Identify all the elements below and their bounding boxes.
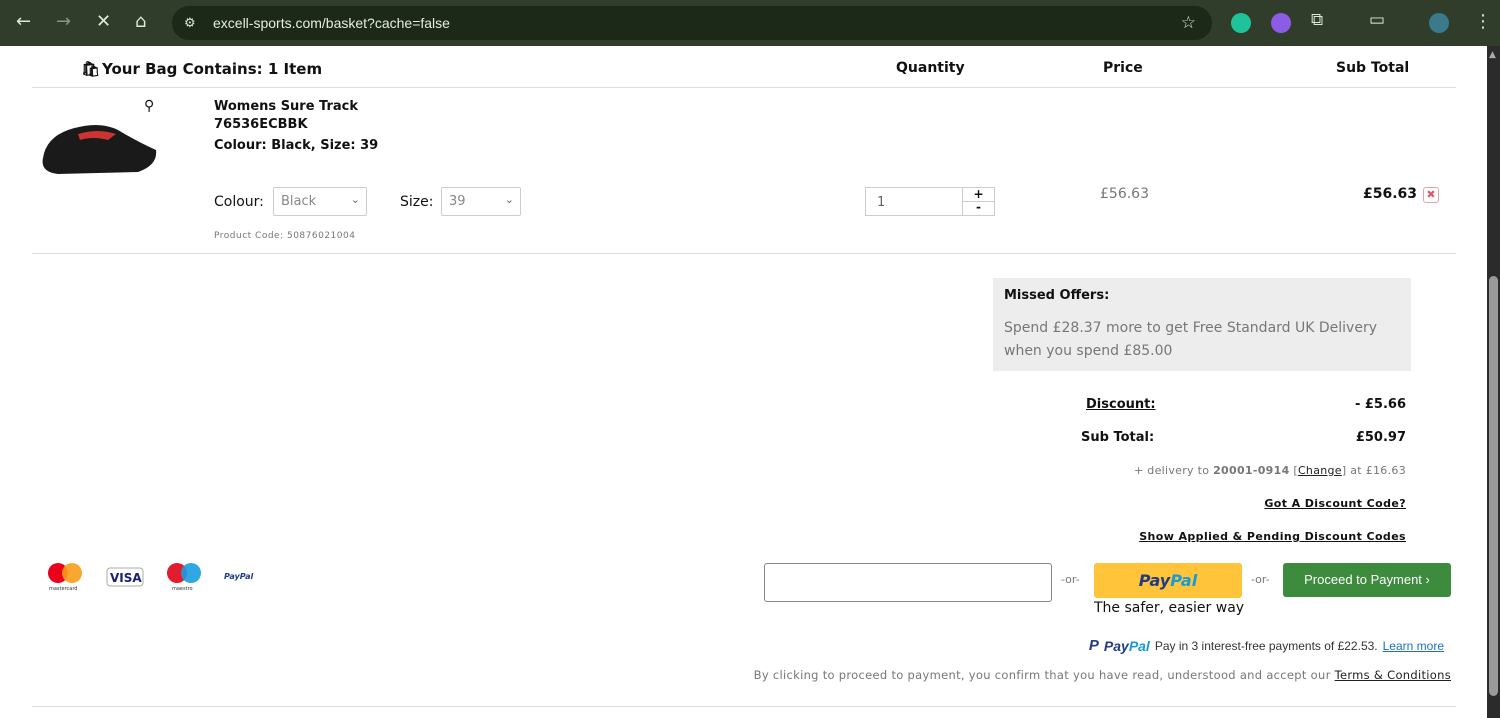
discount-label[interactable]: Discount: [1086,397,1156,412]
change-delivery-link[interactable]: Change [1298,464,1342,477]
price-header: Price [1103,60,1143,76]
bag-icon: 🛍 [81,60,101,78]
basket-page: 🛍 Your Bag Contains: 1 Item Quantity Pri… [0,46,1487,718]
scrollbar-thumb[interactable] [1489,276,1498,696]
colour-value: Black [281,194,317,209]
pay-later-text: Pay in 3 interest-free payments of £22.5… [1154,638,1378,653]
mastercard-text: mastercard [49,586,77,592]
divider [32,706,1456,707]
extension-icon[interactable] [1231,13,1251,33]
extension-icon[interactable] [1271,13,1291,33]
terms-link[interactable]: Terms & Conditions [1335,668,1451,682]
divider [32,87,1456,88]
address-bar[interactable]: ⚙ excell-sports.com/basket?cache=false ☆ [172,6,1212,40]
paypal-pay-later: P PayPal Pay in 3 interest-free payments… [1089,637,1444,654]
payment-widget-input[interactable] [764,563,1052,602]
quantity-input[interactable]: 1 [865,187,963,216]
scroll-up-icon[interactable]: ▲ [1489,50,1496,60]
size-select[interactable]: 39 ⌄ [441,187,521,216]
basket-title: Your Bag Contains: 1 Item [102,60,323,78]
bookmark-star-icon[interactable]: ☆ [1181,13,1196,33]
paypal-small-text: PayPal [224,572,253,581]
terms-text: By clicking to proceed to payment, you c… [753,668,1335,682]
divider [32,253,1456,254]
paypal-pay: Pay [1138,571,1171,590]
stop-icon[interactable]: ✕ [96,11,111,32]
delivery-prefix: + delivery to [1133,464,1214,477]
browser-toolbar: ← → ✕ ⌂ ⚙ excell-sports.com/basket?cache… [0,0,1500,46]
delivery-cost: ] at £16.63 [1341,464,1406,477]
or-separator: -or- [1251,573,1270,586]
home-icon[interactable]: ⌂ [135,11,146,32]
product-style-code: 76536ECBBK [214,117,308,132]
extensions-puzzle-icon[interactable]: ⧉ [1311,10,1323,30]
delivery-info: + delivery to 20001-0914 [Change] at £16… [1134,464,1406,477]
terms-notice: By clicking to proceed to payment, you c… [754,668,1451,682]
visa-text: VISA [110,571,142,585]
size-value: 39 [449,194,466,209]
bracket: [ [1289,464,1298,477]
scrollbar[interactable]: ▲ [1487,46,1500,718]
subtotal-label: Sub Total: [1081,430,1155,445]
product-variant: Colour: Black, Size: 39 [214,138,379,153]
missed-offers-panel: Missed Offers: Spend £28.37 more to get … [993,278,1411,371]
applied-codes-link[interactable]: Show Applied & Pending Discount Codes [1139,530,1406,543]
paypal-tagline: The safer, easier way [1094,600,1245,616]
discount-value: - £5.66 [1354,397,1406,412]
paypal-button[interactable]: PayPal [1094,563,1242,598]
quantity-header: Quantity [896,60,965,76]
maestro-text: maestro [172,586,193,592]
menu-icon[interactable]: ⋮ [1474,11,1492,32]
back-icon[interactable]: ← [16,11,31,32]
product-code: Product Code: 50876021004 [214,231,356,241]
colour-select[interactable]: Black ⌄ [273,187,367,216]
chevron-down-icon: ⌄ [504,193,514,206]
product-image[interactable] [38,120,158,180]
missed-offers-text: Spend £28.37 more to get Free Standard U… [1004,320,1377,359]
profile-avatar[interactable] [1429,13,1449,33]
product-name[interactable]: Womens Sure Track [214,99,358,114]
paypal-logo-icon: P [1088,637,1099,654]
paypal-pal: Pal [1128,637,1150,654]
mastercard-logo: mastercard VISA maestro PayPal [48,563,253,592]
subtotal-value: £50.97 [1355,430,1406,445]
paypal-pay: Pay [1103,637,1129,654]
size-label: Size: [400,194,434,210]
url-text: excell-sports.com/basket?cache=false [213,15,450,31]
site-info-icon[interactable]: ⚙ [184,16,196,31]
item-price: £56.63 [1100,186,1149,202]
quantity-decrease-button[interactable]: - [962,201,995,216]
postcode: 20001-0914 [1213,464,1290,477]
zoom-icon[interactable]: ⚲ [144,98,154,114]
subtotal-header: Sub Total [1336,60,1410,76]
paypal-pal: Pal [1170,571,1198,590]
missed-offers-title: Missed Offers: [1004,288,1110,303]
discount-code-link[interactable]: Got A Discount Code? [1264,497,1406,510]
colour-label: Colour: [214,194,264,210]
tab-search-icon[interactable]: ▭ [1369,10,1385,30]
learn-more-link[interactable]: Learn more [1383,639,1444,653]
chevron-down-icon: ⌄ [350,193,360,206]
forward-icon[interactable]: → [56,11,71,32]
or-separator: -or- [1061,573,1080,586]
remove-item-icon[interactable]: ✖ [1423,187,1439,203]
item-subtotal: £56.63 [1363,186,1418,202]
proceed-to-payment-button[interactable]: Proceed to Payment › [1283,563,1451,597]
